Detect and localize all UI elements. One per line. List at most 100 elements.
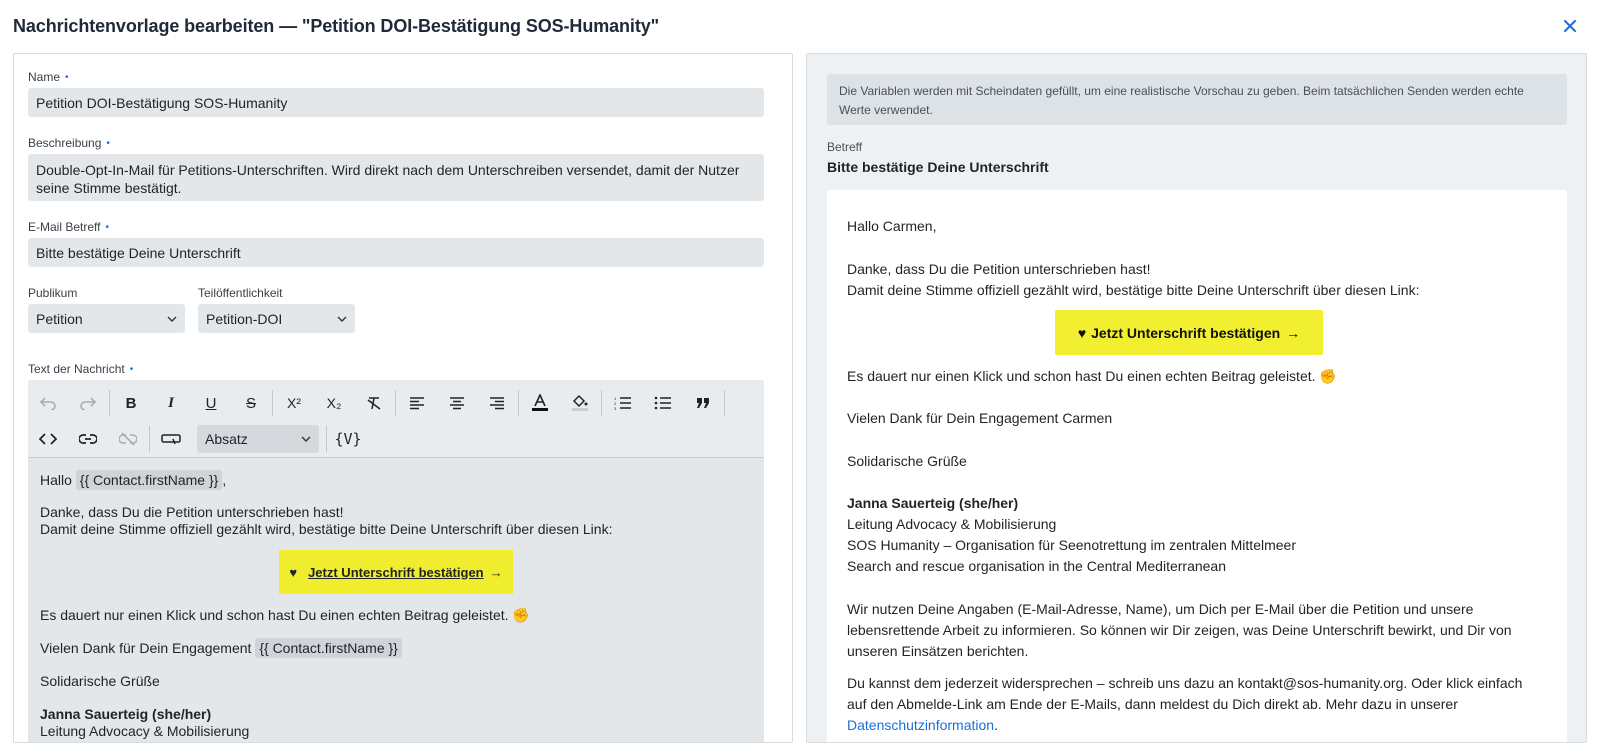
visibility-label: Teilöffentlichkeit <box>198 286 283 300</box>
paint-bucket-icon <box>572 394 588 411</box>
toolbar-separator <box>326 426 327 452</box>
preview-org-de: SOS Humanity – Organisation für Seenotre… <box>847 537 1296 553</box>
bullet-list-icon <box>654 396 671 410</box>
close-button[interactable] <box>1560 16 1580 36</box>
preview-line-3: Es dauert nur einen Klick und schon hast… <box>847 368 1337 384</box>
cta-button-preview[interactable]: ♥ Jetzt Unterschrift bestätigen → <box>1055 310 1323 355</box>
cta-label: Jetzt Unterschrift bestätigen <box>308 564 484 580</box>
clear-format-icon <box>367 397 381 410</box>
align-right-button[interactable] <box>477 388 517 418</box>
unlink-icon <box>119 432 137 446</box>
chevron-down-icon <box>301 436 311 442</box>
toolbar-separator <box>272 390 273 416</box>
chevron-down-icon <box>337 316 347 322</box>
template-form-panel: Name • Petition DOI-Bestätigung SOS-Human… <box>13 53 793 743</box>
preview-signer-role: Leitung Advocacy & Mobilisierung <box>847 516 1057 532</box>
blockquote-button[interactable] <box>683 388 723 418</box>
link-icon <box>79 434 97 444</box>
toolbar-separator <box>518 390 519 416</box>
toolbar-separator <box>601 390 602 416</box>
privacy-link[interactable]: Datenschutzinformation <box>847 717 994 733</box>
text-color-button[interactable] <box>520 388 560 418</box>
variable-chip[interactable]: {{ Contact.firstName }} <box>75 470 223 490</box>
block-format-select[interactable]: Absatz <box>197 425 319 453</box>
required-marker: • <box>105 222 109 233</box>
undo-button[interactable] <box>28 388 68 418</box>
required-marker: • <box>65 72 69 83</box>
required-marker: • <box>129 364 134 375</box>
editor-toolbar: B I U S X² X₂ 123 Absatz {V} <box>28 380 764 458</box>
preview-thanks: Vielen Dank für Dein Engagement Carmen <box>847 410 1113 426</box>
align-left-icon <box>410 397 424 410</box>
align-left-button[interactable] <box>397 388 437 418</box>
align-right-icon <box>490 397 504 410</box>
variable-chip[interactable]: {{ Contact.firstName }} <box>255 638 402 658</box>
name-label: Name • <box>28 70 69 84</box>
code-view-button[interactable] <box>28 424 68 454</box>
editor-line-3: Es dauert nur einen Klick und schon hast… <box>40 607 530 623</box>
preview-line-2: Damit deine Stimme offiziell gezählt wir… <box>847 282 1420 298</box>
toolbar-separator <box>109 390 110 416</box>
redo-button[interactable] <box>68 388 108 418</box>
toolbar-separator <box>724 390 725 416</box>
strikethrough-button[interactable]: S <box>231 388 271 418</box>
body-label: Text der Nachricht • <box>28 362 134 376</box>
toolbar-separator <box>149 426 150 452</box>
regards-line: Solidarische Grüße <box>40 673 160 689</box>
bullet-list-button[interactable] <box>643 388 683 418</box>
cta-button-editor[interactable]: ♥ Jetzt Unterschrift bestätigen → <box>279 550 513 594</box>
insert-variable-button[interactable]: {V} <box>328 424 368 454</box>
audience-select[interactable]: Petition <box>28 304 185 333</box>
heart-icon: ♥ <box>1077 324 1087 341</box>
superscript-button[interactable]: X² <box>274 388 314 418</box>
preview-info-box: Die Variablen werden mit Scheindaten gef… <box>827 74 1567 125</box>
description-textarea[interactable]: Double-Opt-In-Mail für Petitions-Untersc… <box>28 154 764 201</box>
heart-icon: ♥ <box>289 564 298 580</box>
modal-header: Nachrichtenvorlage bearbeiten — "Petitio… <box>0 0 1600 52</box>
subject-input[interactable]: Bitte bestätige Deine Unterschrift <box>28 238 764 267</box>
thanks-line: Vielen Dank für Dein Engagement {{ Conta… <box>40 638 402 658</box>
preview-subject-label: Betreff <box>827 140 863 154</box>
insert-button-button[interactable] <box>151 424 191 454</box>
background-color-button[interactable] <box>560 388 600 418</box>
editor-line-2: Damit deine Stimme offiziell gezählt wir… <box>40 521 613 537</box>
arrow-right-icon: → <box>1286 324 1301 341</box>
remove-link-button[interactable] <box>108 424 148 454</box>
quote-icon <box>697 398 709 408</box>
chevron-down-icon <box>167 316 177 322</box>
underline-button[interactable]: U <box>191 388 231 418</box>
subject-label: E-Mail Betreff • <box>28 220 109 234</box>
clear-format-button[interactable] <box>354 388 394 418</box>
toolbar-row-2: Absatz {V} <box>28 420 368 458</box>
block-format-value: Absatz <box>205 431 248 447</box>
audience-label: Publikum <box>28 286 78 300</box>
toolbar-separator <box>395 390 396 416</box>
arrow-right-icon: → <box>489 564 503 580</box>
toolbar-row-1: B I U S X² X₂ 123 <box>28 384 726 422</box>
visibility-select[interactable]: Petition-DOI <box>198 304 355 333</box>
signer-role: Leitung Advocacy & Mobilisierung <box>40 723 250 739</box>
preview-privacy-2: Du kannst dem jederzeit widersprechen – … <box>847 675 1523 733</box>
ordered-list-button[interactable]: 123 <box>603 388 643 418</box>
signer-name: Janna Sauerteig (she/her) <box>40 706 212 722</box>
redo-icon <box>80 397 97 410</box>
svg-text:3: 3 <box>614 406 617 410</box>
italic-button[interactable]: I <box>151 388 191 418</box>
editor-content[interactable]: Hallo {{ Contact.firstName }}, Danke, da… <box>28 458 764 742</box>
close-icon[interactable] <box>1564 20 1576 32</box>
name-input[interactable]: Petition DOI-Bestätigung SOS-Humanity <box>28 88 764 117</box>
modal-title: Nachrichtenvorlage bearbeiten — "Petitio… <box>13 15 660 36</box>
preview-greeting: Hallo Carmen, <box>847 218 937 234</box>
preview-signer-name: Janna Sauerteig (she/her) <box>847 495 1019 511</box>
subscript-button[interactable]: X₂ <box>314 388 354 418</box>
editor-line-1: Danke, dass Du die Petition unterschrieb… <box>40 504 344 520</box>
align-center-icon <box>450 397 464 410</box>
align-center-button[interactable] <box>437 388 477 418</box>
preview-regards: Solidarische Grüße <box>847 453 967 469</box>
preview-subject-value: Bitte bestätige Deine Unterschrift <box>827 159 1049 175</box>
insert-link-button[interactable] <box>68 424 108 454</box>
preview-privacy-1: Wir nutzen Deine Angaben (E-Mail-Adresse… <box>847 601 1512 659</box>
bold-button[interactable]: B <box>111 388 151 418</box>
greeting-line: Hallo {{ Contact.firstName }}, <box>40 470 227 490</box>
button-icon <box>161 434 181 445</box>
